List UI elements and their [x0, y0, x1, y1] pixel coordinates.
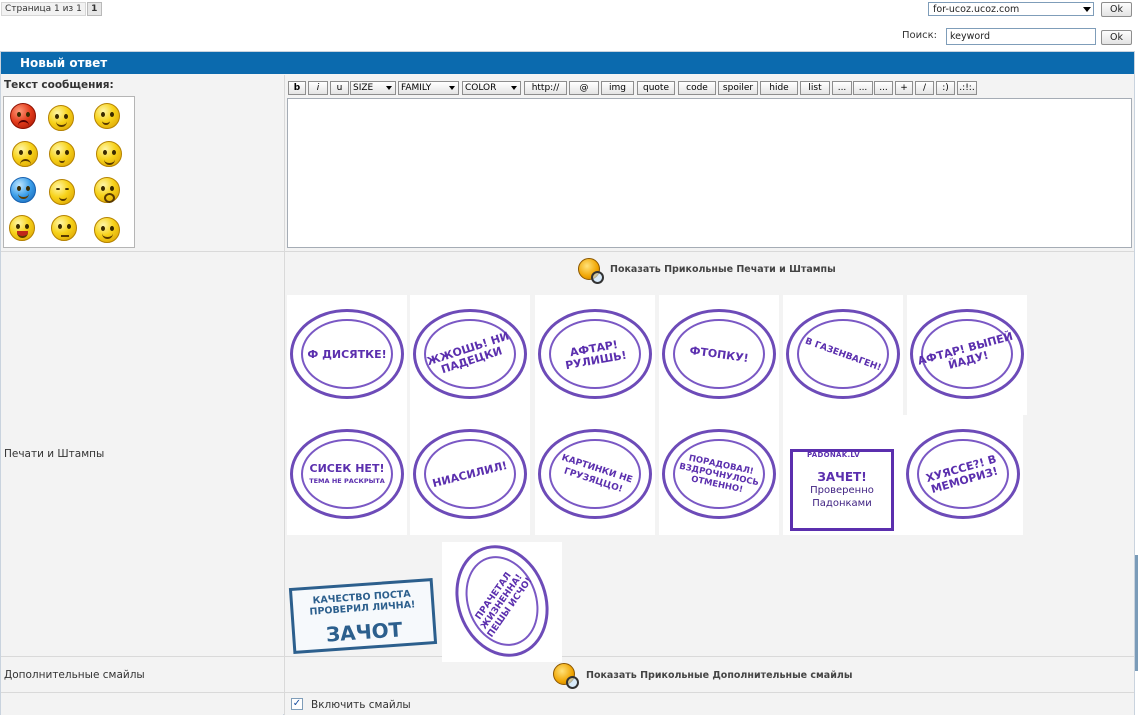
stamp-image[interactable]: НИАСИЛИЛ! [410, 415, 530, 535]
checkbox-checked-icon[interactable]: ✓ [291, 698, 303, 710]
site-select[interactable]: for-ucoz.ucoz.com [928, 2, 1094, 16]
site-ok-button[interactable]: Ok [1101, 2, 1132, 17]
divider [1, 656, 1134, 657]
stamp-subtext: ТЕМА НЕ РАСКРЫТА [309, 477, 385, 485]
stamp-image[interactable]: АФТАР! РУЛИШЬ! [535, 295, 655, 415]
smiles-label: Дополнительные смайлы [4, 669, 145, 681]
stamp-image[interactable]: ФТОПКУ! [659, 295, 779, 415]
bee-magnifier-icon [578, 258, 604, 284]
angry-smile-icon[interactable] [10, 103, 36, 129]
search-ok-button[interactable]: Ok [1101, 30, 1132, 45]
quality-stamp-image[interactable]: КАЧЕСТВО ПОСТА ПРОВЕРИЛ ЛИЧНА! ЗАЧОТ [288, 578, 438, 654]
stamp-image[interactable]: СИСЕК НЕТ! ТЕМА НЕ РАСКРЫТА [287, 415, 407, 535]
chevron-down-icon [449, 86, 455, 90]
code-button[interactable]: code [678, 81, 716, 95]
bold-button[interactable]: b [288, 81, 306, 95]
message-textarea[interactable] [287, 98, 1132, 248]
stamp-image[interactable]: ХУЯССЕ?! В МЕМОРИЗ! [903, 415, 1023, 535]
stamp-image[interactable]: ПРАЧЕТАЛ ЖИЗНЕННА! ПЕШЫ ИСЧО! [440, 532, 564, 670]
stamp-image[interactable]: ЖЖОШЬ! НИ ПАДЕЦКИ [410, 295, 530, 415]
stamps-label: Печати и Штампы [4, 448, 105, 460]
stamp-text: ЗАЧОТ [325, 617, 404, 647]
more-button-1[interactable]: ... [832, 81, 852, 95]
url-button[interactable]: http:// [524, 81, 567, 95]
image-button[interactable]: img [601, 81, 634, 95]
chevron-down-icon [386, 86, 392, 90]
cold-smile-icon[interactable] [10, 177, 36, 203]
stamp-image[interactable]: АФТАР! ВЫПЕЙ ЙАДУ! [907, 295, 1027, 415]
smile-palette [3, 96, 135, 248]
divider [284, 75, 285, 715]
stamp-text: Ф ДИСЯТКЕ! [307, 348, 387, 361]
stamp-image[interactable]: ПОРАДОВАЛ! ВЗДРОЧНУЛОСЬ ОТМЕННО! [659, 415, 779, 535]
smiley-button[interactable]: :) [936, 81, 955, 95]
family-select[interactable]: FAMILY [398, 81, 459, 95]
divider [1, 251, 1134, 252]
scared-smile-icon[interactable] [96, 141, 122, 167]
stamp-image[interactable]: КАРТИНКИ НЕ ГРУЗЯЦЦО! [535, 415, 655, 535]
sad-smile-icon[interactable] [12, 141, 38, 167]
padonak-side-text: PADONAK.LV [807, 451, 860, 459]
special-button[interactable]: .:!:. [957, 81, 977, 95]
thinking-smile-icon[interactable] [94, 103, 120, 129]
sleepy-smile-icon[interactable] [49, 179, 75, 205]
list-button[interactable]: list [800, 81, 830, 95]
form-title: Новый ответ [1, 52, 1134, 74]
more-button-3[interactable]: ... [874, 81, 893, 95]
enable-smiles-label: Включить смайлы [311, 699, 411, 711]
laughing-smile-icon[interactable] [9, 215, 35, 241]
chevron-down-icon [1083, 7, 1091, 12]
color-select-label: COLOR [465, 83, 497, 93]
underline-button[interactable]: u [330, 81, 349, 95]
confused-smile-icon[interactable] [51, 215, 77, 241]
italic-button[interactable]: i [308, 81, 328, 95]
stamp-text: СИСЕК НЕТ! [309, 462, 385, 475]
family-select-label: FAMILY [401, 83, 432, 93]
show-smiles-link[interactable]: Показать Прикольные Дополнительные смайл… [586, 670, 852, 681]
hide-button[interactable]: hide [760, 81, 798, 95]
show-stamps-link[interactable]: Показать Прикольные Печати и Штампы [610, 264, 836, 275]
size-select[interactable]: SIZE [350, 81, 396, 95]
mustache-smile-icon[interactable] [94, 217, 120, 243]
smile-icon[interactable] [48, 105, 74, 131]
surprised-smile-icon[interactable] [49, 141, 75, 167]
quote-button[interactable]: quote [637, 81, 675, 95]
pager: Страница 1 из 1 1 [1, 2, 102, 16]
stamp-text: ЗАЧЕТ! [817, 470, 867, 484]
plus-button[interactable]: + [895, 81, 913, 95]
chevron-down-icon [511, 86, 517, 90]
spoiler-button[interactable]: spoiler [718, 81, 758, 95]
more-button-2[interactable]: ... [853, 81, 873, 95]
email-button[interactable]: @ [569, 81, 599, 95]
color-select[interactable]: COLOR [462, 81, 521, 95]
shocked-smile-icon[interactable] [94, 177, 120, 203]
search-label: Поиск: [902, 30, 938, 41]
pager-label: Страница 1 из 1 [1, 2, 86, 16]
stamp-image[interactable]: В ГАЗЕНВАГЕН! [783, 295, 903, 415]
pager-current-page[interactable]: 1 [86, 2, 102, 16]
search-input[interactable]: keyword [946, 28, 1096, 45]
site-select-value: for-ucoz.ucoz.com [933, 4, 1020, 15]
divider [1, 692, 1134, 693]
message-label: Текст сообщения: [4, 79, 114, 91]
stamp-image[interactable]: Ф ДИСЯТКЕ! [287, 295, 407, 415]
padonak-text: Проверенно Падонками [810, 485, 874, 509]
bee-magnifier-icon [553, 663, 579, 689]
size-select-label: SIZE [353, 83, 374, 93]
quality-stamp-line: КАЧЕСТВО ПОСТА ПРОВЕРИЛ ЛИЧНА! [309, 588, 416, 618]
options-content-cell [285, 693, 1134, 715]
options-label-cell [1, 693, 283, 715]
slash-button[interactable]: / [915, 81, 934, 95]
stamp-image[interactable]: PADONAK.LV ЗАЧЕТ! Проверенно Падонками [783, 415, 903, 535]
